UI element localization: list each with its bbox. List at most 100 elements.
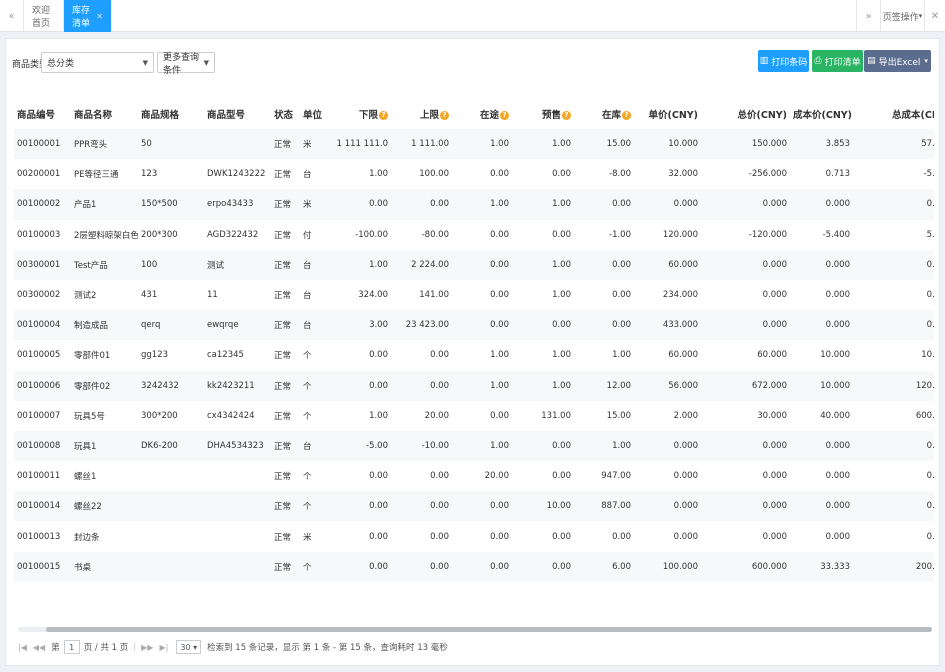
table-row[interactable]: 00100004 制造成品 qerq ewqrqe 正常台 3.00 23 423.00 0.… xyxy=(14,310,934,341)
col-header[interactable]: 成本价(CNY) xyxy=(790,99,853,129)
table-cell: 0.00 xyxy=(327,551,391,582)
help-icon[interactable]: ? xyxy=(562,111,571,120)
col-header[interactable]: 状态 xyxy=(271,99,300,129)
close-icon[interactable]: ✕ xyxy=(96,12,103,21)
table-cell: 60.000 xyxy=(634,249,701,280)
page-size-select[interactable]: 30 ▾ xyxy=(176,640,202,654)
table-cell: 0.00 xyxy=(391,370,452,401)
table-cell xyxy=(204,551,271,582)
table-row[interactable]: 00100011 螺丝1 正常个 0.00 0.00 20.00 0.00 947.00 0.0… xyxy=(14,461,934,491)
col-header[interactable]: 在库? xyxy=(574,99,634,129)
table-cell: 00100001 xyxy=(14,129,71,160)
table-cell: 0.00 xyxy=(552,531,571,542)
col-header[interactable]: 预售? xyxy=(512,99,574,129)
help-icon[interactable]: ? xyxy=(622,111,631,120)
table-cell: 米 xyxy=(300,129,327,160)
double-chevron-left-icon: « xyxy=(8,10,15,22)
table-row[interactable]: 00300002 测试2 431 11 正常台 324.00 141.00 0.00 1.00 0… xyxy=(14,280,934,310)
table-cell: 0.000 xyxy=(926,531,934,542)
help-icon[interactable]: ? xyxy=(440,111,449,120)
table-row[interactable]: 00100003 2层塑料晾架白色 200*300 AGD322432 正常付 -100.… xyxy=(14,220,934,250)
col-header[interactable]: 商品型号 xyxy=(204,99,271,129)
col-header[interactable]: 商品编号 xyxy=(14,99,71,129)
table-cell xyxy=(138,491,204,522)
more-filters-dropdown[interactable]: 更多查询条件 ▼ xyxy=(157,52,215,76)
table-cell: 0.00 xyxy=(490,290,509,301)
horizontal-scrollbar[interactable] xyxy=(18,627,932,632)
prev-page-icon[interactable]: ◀◀ xyxy=(33,643,45,652)
table-cell: 1.00 xyxy=(452,370,512,401)
print-list-button[interactable]: ⎙ 打印清单 xyxy=(812,50,863,72)
table-cell: 0.00 xyxy=(430,531,449,542)
tab-home[interactable]: 欢迎首页 xyxy=(24,0,64,32)
table-row[interactable]: 00100008 玩具1 DK6-200 DHA4534323 正常台 -5.00 -10.… xyxy=(14,430,934,462)
page-ops-dropdown[interactable]: 页签操作 ▾ xyxy=(880,0,924,32)
table-cell: 60.000 xyxy=(668,350,698,361)
col-header[interactable]: 商品规格 xyxy=(138,99,204,129)
table-cell: 正常 xyxy=(274,411,292,422)
table-cell: AGD322432 xyxy=(207,229,259,240)
table-row[interactable]: 00100005 零部件01 gg123 ca12345 正常个 0.00 0.00 1.00… xyxy=(14,340,934,370)
table-row[interactable]: 00100015 书桌 正常个 0.00 0.00 0.00 0.00 6.00 100.000… xyxy=(14,551,934,582)
page-number-input[interactable]: 1 xyxy=(63,640,80,654)
table-row[interactable]: 00200001 PE等径三通 123 DWK1243222 正常台 1.00 100.00… xyxy=(14,159,934,189)
table-row[interactable]: 00100002 产品1 150*500 erpo43433 正常米 0.00 0.00 1.… xyxy=(14,189,934,220)
tab-scroll-left-button[interactable]: « xyxy=(0,0,24,32)
table-cell: 正常 xyxy=(271,189,300,220)
help-icon[interactable]: ? xyxy=(379,111,388,120)
table-row[interactable]: 00100001 PPR弯头 50 正常米 1 111 111.0 1 111.00 1.0… xyxy=(14,129,934,160)
table-cell: 1.00 xyxy=(552,290,571,301)
table-cell: 15.00 xyxy=(574,129,634,160)
table-row[interactable]: 00300001 Test产品 100 测试 正常台 1.00 2 224.00 0.00 1.… xyxy=(14,249,934,280)
table-row[interactable]: 00100014 螺丝22 正常个 0.00 0.00 0.00 10.00 887.00 0.… xyxy=(14,491,934,522)
col-header[interactable]: 总价(CNY) xyxy=(701,99,790,129)
help-icon[interactable]: ? xyxy=(500,111,509,120)
table-row[interactable]: 00100013 封边条 正常米 0.00 0.00 0.00 0.00 0.00 0.000 0… xyxy=(14,521,934,551)
table-cell: 56.000 xyxy=(634,370,701,401)
table-cell: 1.00 xyxy=(369,410,388,421)
next-page-icon[interactable]: ▶▶ xyxy=(141,643,153,652)
col-header[interactable]: 下限? xyxy=(327,99,391,129)
table-cell xyxy=(138,461,204,491)
table-cell: 600.000 xyxy=(701,551,790,582)
tab-scroll-right-button[interactable]: » xyxy=(856,0,880,32)
table-cell: 0.00 xyxy=(452,310,512,341)
caret-down-icon: ▾ xyxy=(924,57,928,65)
more-filters-label: 更多查询条件 xyxy=(163,52,200,76)
tab-inventory[interactable]: 库存清单 ✕ xyxy=(64,0,111,32)
col-header[interactable]: 单位 xyxy=(300,99,327,129)
type-select[interactable]: 总分类 ▼ xyxy=(41,52,154,73)
table-cell: -1.00 xyxy=(609,229,631,240)
first-page-icon[interactable]: |◀ xyxy=(18,643,27,652)
table-cell: DK6-200 xyxy=(138,430,204,462)
col-header[interactable]: 总成本(CNY) xyxy=(853,99,934,129)
close-all-tabs-button[interactable]: ✕ xyxy=(924,0,945,32)
col-header[interactable]: 在途? xyxy=(452,99,512,129)
col-header[interactable]: 单价(CNY) xyxy=(634,99,701,129)
table-cell: 32.000 xyxy=(668,169,698,180)
export-excel-button[interactable]: ▤ 导出Excel ▾ xyxy=(864,50,931,72)
table-cell: 00100003 xyxy=(17,229,61,240)
col-header[interactable]: 商品名称 xyxy=(71,99,138,129)
table-cell: 个 xyxy=(303,351,312,362)
print-barcode-button[interactable]: ▥ 打印条码 xyxy=(758,50,809,72)
table-cell: 2层塑料晾架白色 xyxy=(74,230,138,241)
table-cell: 0.00 xyxy=(552,229,571,240)
last-page-icon[interactable]: ▶| xyxy=(159,643,168,652)
table-row[interactable]: 00100007 玩具5号 300*200 cx4342424 正常个 1.00 20.00… xyxy=(14,401,934,431)
table-cell: DWK1243222 xyxy=(207,169,266,180)
table-cell: 0.00 xyxy=(369,471,388,482)
table-cell: 个 xyxy=(300,370,327,401)
table-cell: 00300002 xyxy=(17,290,61,301)
table-cell: 0.000 xyxy=(701,310,790,341)
table-cell: 封边条 xyxy=(74,532,100,543)
table-cell: 1.00 xyxy=(452,189,512,220)
scrollbar-thumb[interactable] xyxy=(46,627,932,632)
inventory-table-wrap[interactable]: 商品编号 商品名称 商品规格 商品型号 状态 单位 下限? 上限? 在途? 预售… xyxy=(14,99,934,629)
col-header[interactable]: 上限? xyxy=(391,99,452,129)
table-cell: 0.000 xyxy=(673,531,698,542)
table-cell: 10.000 xyxy=(790,370,853,401)
table-row[interactable]: 00100006 零部件02 3242432 kk2423211 正常个 0.00 0.00… xyxy=(14,370,934,401)
table-cell: 1.00 xyxy=(327,249,391,280)
table-cell: 30.000 xyxy=(757,410,787,421)
